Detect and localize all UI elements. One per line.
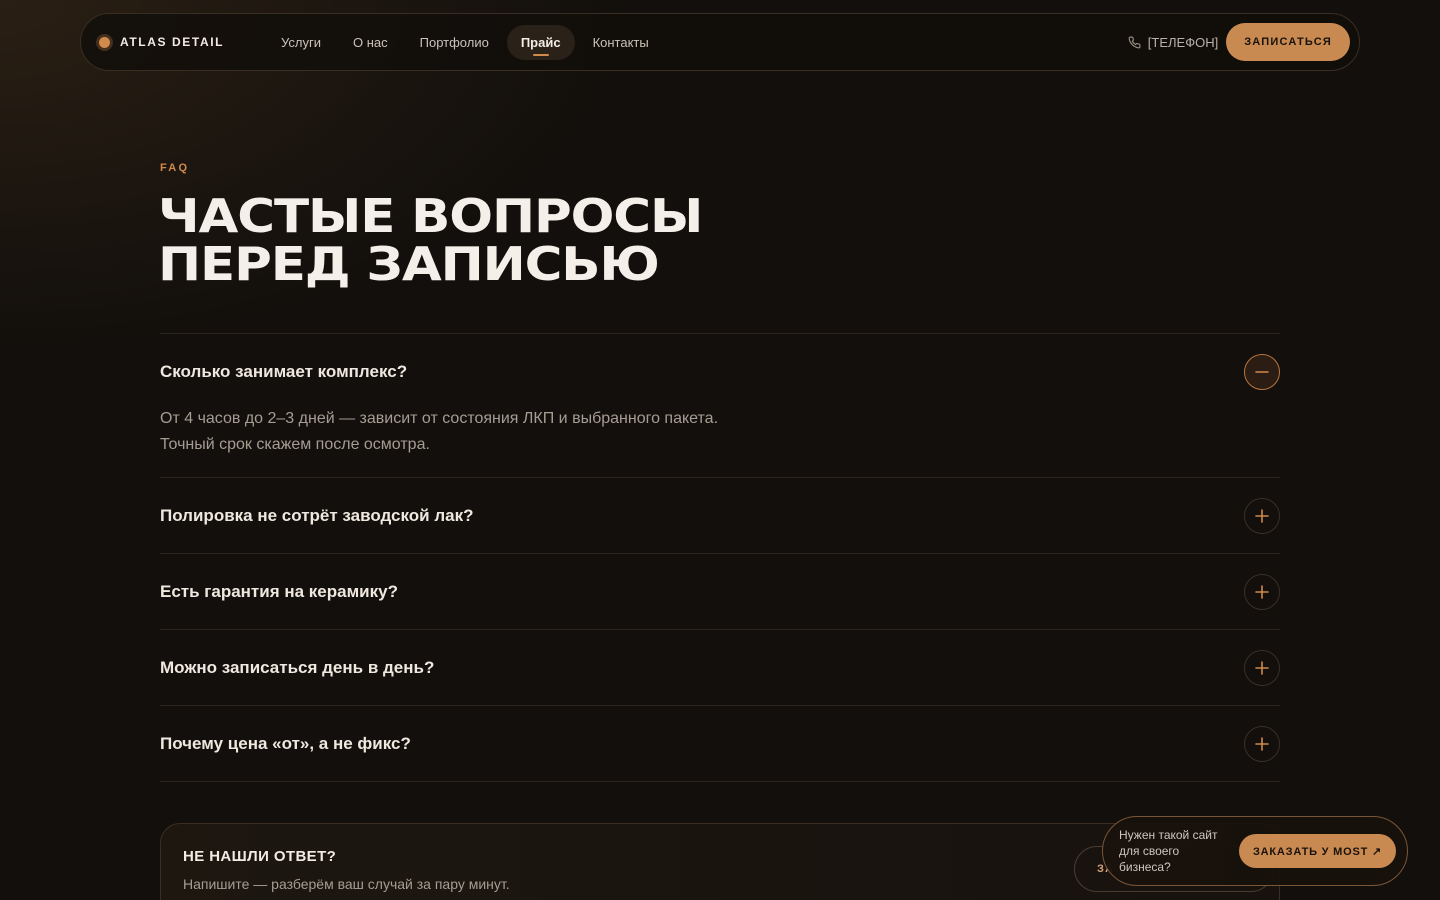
nav-link-pricing[interactable]: Прайс bbox=[506, 24, 575, 60]
faq-item: Сколько занимает комплекс? От 4 часов до… bbox=[160, 334, 1280, 478]
faq-question: Сколько занимает комплекс? bbox=[160, 361, 408, 381]
expand-toggle[interactable] bbox=[1244, 573, 1280, 610]
order-site-button[interactable]: ЗАКАЗАТЬ У MOST ↗ bbox=[1238, 834, 1396, 868]
help-title: НЕ НАШЛИ ОТВЕТ? bbox=[183, 848, 337, 865]
brand-dot-icon bbox=[99, 36, 110, 48]
faq-answer-line-2: Точный срок скажем после осмотра. bbox=[160, 436, 430, 453]
faq-item: Почему цена «от», а не фикс? bbox=[160, 706, 1280, 782]
book-button[interactable]: ЗАПИСАТЬСЯ bbox=[1226, 23, 1350, 61]
expand-toggle[interactable] bbox=[1244, 497, 1280, 534]
plus-icon bbox=[1255, 660, 1269, 675]
faq-title-line-1: Частые вопросы bbox=[158, 189, 703, 243]
collapse-toggle[interactable] bbox=[1244, 353, 1280, 390]
plus-icon bbox=[1255, 508, 1269, 523]
promo-text-line-2: для своего bbox=[1119, 844, 1180, 858]
plus-icon bbox=[1255, 736, 1269, 751]
main-menu: Услуги О нас Портфолио Прайс Контакты bbox=[267, 24, 663, 60]
nav-link-about[interactable]: О нас bbox=[339, 25, 402, 60]
promo-text-line-1: Нужен такой сайт bbox=[1119, 828, 1218, 842]
expand-toggle[interactable] bbox=[1244, 725, 1280, 762]
section-eyebrow: FAQ bbox=[160, 162, 190, 174]
faq-question-row[interactable]: Почему цена «от», а не фикс? bbox=[160, 706, 1280, 781]
phone-number: [ТЕЛЕФОН] bbox=[1147, 34, 1219, 50]
nav-link-services[interactable]: Услуги bbox=[267, 25, 335, 60]
brand-logo[interactable]: ATLAS DETAIL bbox=[99, 35, 267, 49]
phone-link[interactable]: [ТЕЛЕФОН] bbox=[1128, 35, 1218, 50]
minus-icon bbox=[1255, 370, 1269, 373]
promo-text: Нужен такой сайт для своего бизнеса? bbox=[1119, 827, 1237, 875]
brand-name: ATLAS DETAIL bbox=[120, 35, 225, 49]
faq-answer: От 4 часов до 2–3 дней — зависит от сост… bbox=[160, 406, 1280, 477]
phone-icon bbox=[1128, 36, 1141, 48]
promo-text-line-3: бизнеса? bbox=[1119, 860, 1171, 874]
faq-item: Полировка не сотрёт заводской лак? bbox=[160, 478, 1280, 554]
faq-accordion: Сколько занимает комплекс? От 4 часов до… bbox=[160, 333, 1280, 782]
faq-question: Можно записаться день в день? bbox=[160, 657, 435, 677]
faq-question-row[interactable]: Сколько занимает комплекс? bbox=[160, 334, 1280, 409]
top-navbar: ATLAS DETAIL Услуги О нас Портфолио Прай… bbox=[80, 13, 1360, 71]
faq-title: Частые вопросы перед записью bbox=[158, 189, 703, 291]
faq-question: Есть гарантия на керамику? bbox=[160, 581, 398, 601]
faq-question-row[interactable]: Можно записаться день в день? bbox=[160, 630, 1280, 705]
faq-question-row[interactable]: Есть гарантия на керамику? bbox=[160, 554, 1280, 629]
faq-title-line-2: перед записью bbox=[158, 237, 660, 291]
faq-answer-line-1: От 4 часов до 2–3 дней — зависит от сост… bbox=[160, 410, 719, 427]
nav-link-portfolio[interactable]: Портфолио bbox=[406, 25, 503, 60]
help-subtitle: Напишите — разберём ваш случай за пару м… bbox=[183, 876, 510, 892]
expand-toggle[interactable] bbox=[1244, 649, 1280, 686]
faq-item: Можно записаться день в день? bbox=[160, 630, 1280, 706]
faq-item: Есть гарантия на керамику? bbox=[160, 554, 1280, 630]
faq-question: Полировка не сотрёт заводской лак? bbox=[160, 505, 474, 525]
faq-question-row[interactable]: Полировка не сотрёт заводской лак? bbox=[160, 478, 1280, 553]
faq-question: Почему цена «от», а не фикс? bbox=[160, 733, 411, 753]
promo-widget: Нужен такой сайт для своего бизнеса? ЗАК… bbox=[1102, 816, 1408, 886]
nav-actions: [ТЕЛЕФОН] ЗАПИСАТЬСЯ bbox=[1128, 23, 1350, 61]
nav-link-contacts[interactable]: Контакты bbox=[579, 25, 663, 60]
plus-icon bbox=[1255, 584, 1269, 599]
